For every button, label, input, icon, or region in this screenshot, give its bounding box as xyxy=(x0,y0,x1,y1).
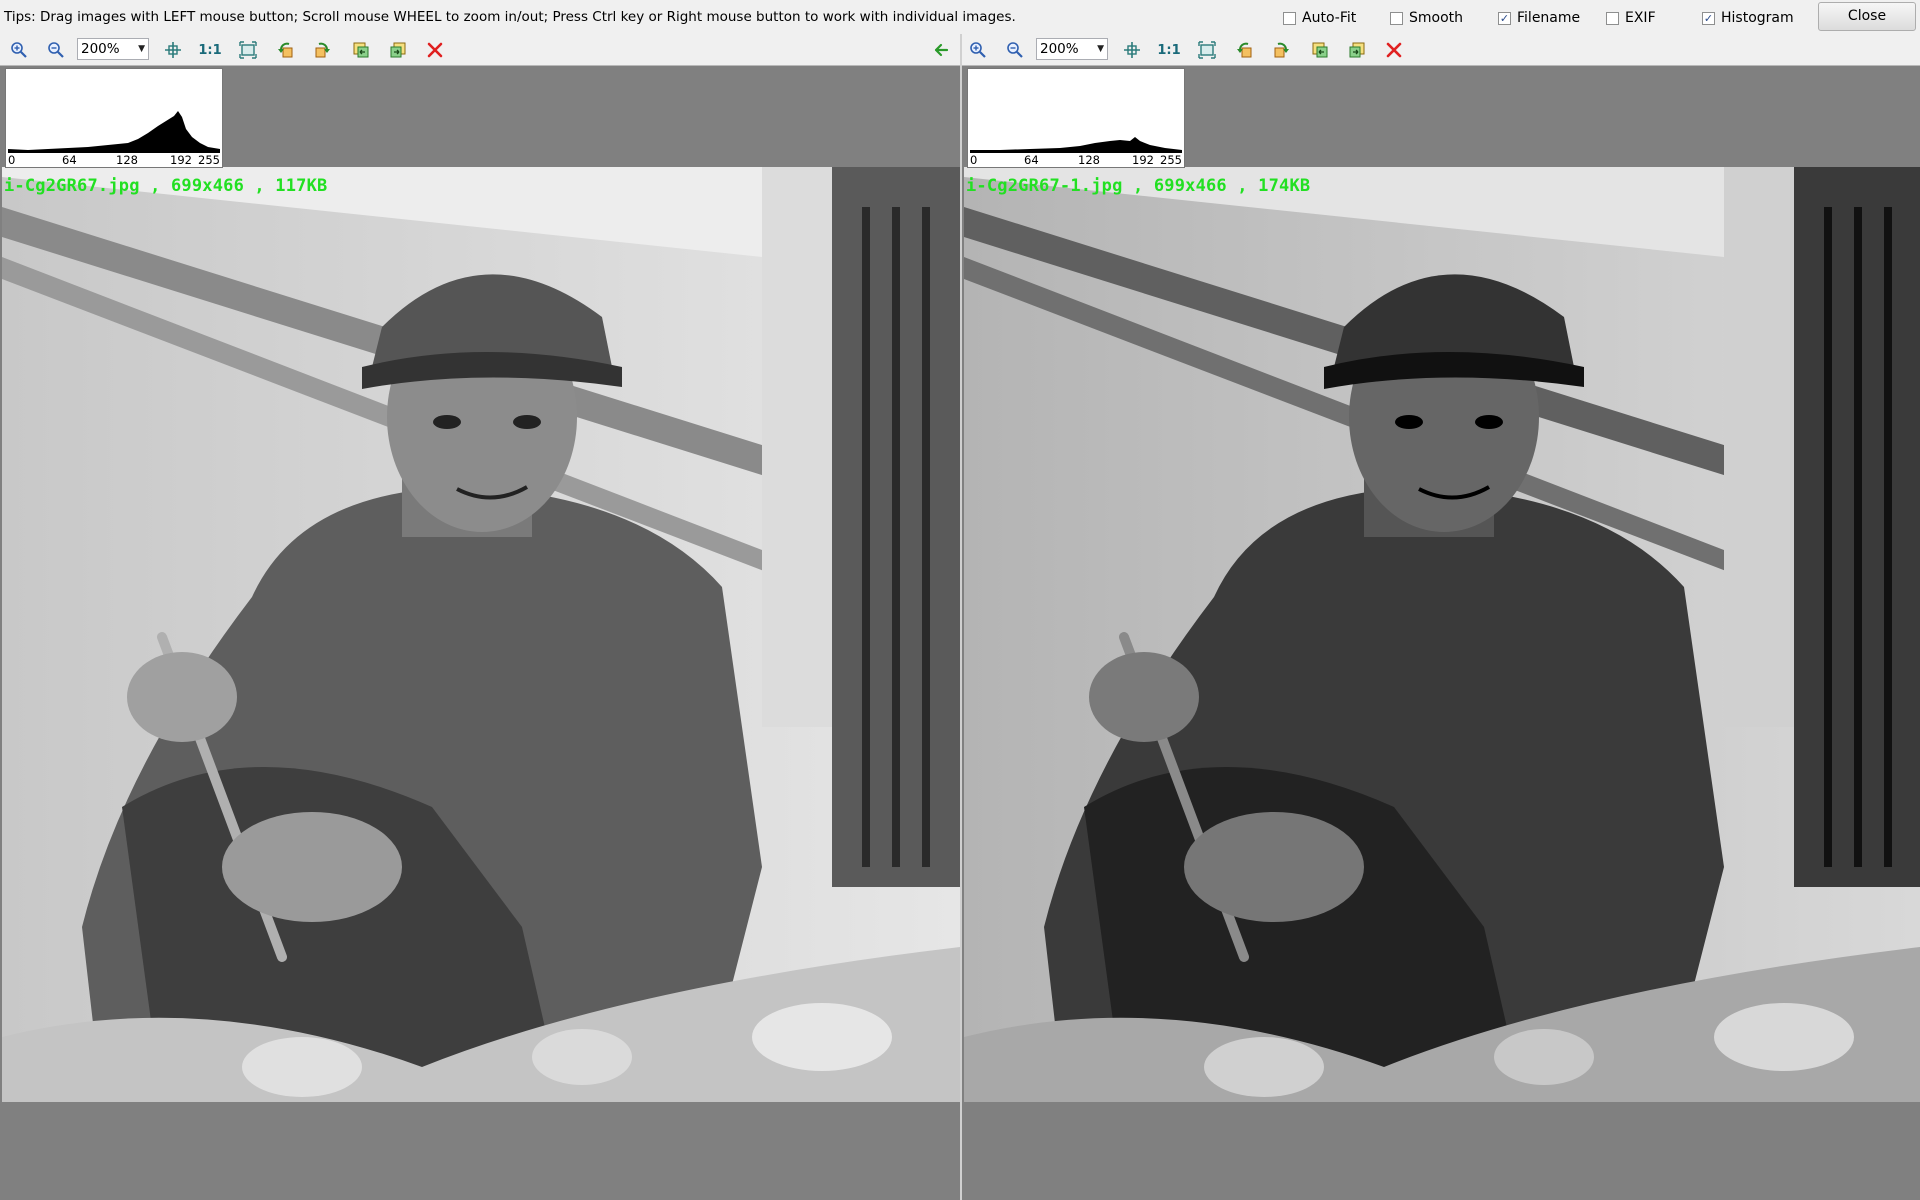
exif-label: EXIF xyxy=(1625,10,1656,26)
fullscreen-icon[interactable] xyxy=(1196,40,1218,60)
fit-icon[interactable] xyxy=(1121,40,1143,60)
right-toolbar: 200% ▼ 1:1 xyxy=(962,34,1920,66)
zoom-in-icon[interactable] xyxy=(967,40,989,60)
smooth-checkbox[interactable]: Smooth xyxy=(1390,10,1463,26)
fullscreen-icon[interactable] xyxy=(237,40,259,60)
filename-check-box[interactable]: ✓ xyxy=(1498,11,1511,25)
rotate-left-icon[interactable] xyxy=(1234,40,1256,60)
arrow-left-icon[interactable] xyxy=(930,40,952,60)
filename-label: Filename xyxy=(1517,10,1581,26)
left-image-panel[interactable]: 200% ▼ 1:1 0 64 128 192 255 i-Cg2GR67.jp… xyxy=(0,34,960,1200)
copy-right-icon[interactable] xyxy=(387,40,409,60)
zoom-in-icon[interactable] xyxy=(8,40,30,60)
close-button[interactable]: Close xyxy=(1818,2,1916,31)
hist-tick: 128 xyxy=(1078,153,1100,167)
right-histogram: 0 64 128 192 255 xyxy=(967,68,1185,168)
copy-left-icon[interactable] xyxy=(1309,40,1331,60)
hist-tick: 64 xyxy=(1024,153,1039,167)
left-histogram-ticks: 0 64 128 192 255 xyxy=(6,153,222,167)
actual-size-button[interactable]: 1:1 xyxy=(198,40,221,60)
remove-icon[interactable] xyxy=(1383,40,1405,60)
left-photo[interactable] xyxy=(2,167,960,1102)
histogram-checkbox[interactable]: ✓ Histogram xyxy=(1702,10,1794,26)
exif-checkbox[interactable]: EXIF xyxy=(1606,10,1656,26)
rotate-right-icon[interactable] xyxy=(311,40,333,60)
left-filename-overlay: i-Cg2GR67.jpg , 699x466 , 117KB xyxy=(4,176,328,196)
left-toolbar: 200% ▼ 1:1 xyxy=(0,34,960,66)
right-photo[interactable] xyxy=(964,167,1920,1102)
auto-fit-check-box[interactable] xyxy=(1283,11,1296,25)
hist-tick: 0 xyxy=(8,153,16,167)
copy-left-icon[interactable] xyxy=(350,40,372,60)
hist-tick: 64 xyxy=(62,153,77,167)
rotate-right-icon[interactable] xyxy=(1270,40,1292,60)
remove-icon[interactable] xyxy=(424,40,446,60)
zoom-out-icon[interactable] xyxy=(45,40,67,60)
hist-tick: 255 xyxy=(1160,153,1182,167)
zoom-level-value: 200% xyxy=(1040,41,1079,57)
zoom-level-value: 200% xyxy=(81,41,120,57)
copy-right-icon[interactable] xyxy=(1346,40,1368,60)
hist-tick: 0 xyxy=(970,153,978,167)
left-histogram: 0 64 128 192 255 xyxy=(5,68,223,168)
right-histogram-ticks: 0 64 128 192 255 xyxy=(968,153,1184,167)
hist-tick: 128 xyxy=(116,153,138,167)
tips-text: Tips: Drag images with LEFT mouse button… xyxy=(4,9,1016,25)
zoom-level-select[interactable]: 200% ▼ xyxy=(1036,38,1108,60)
auto-fit-label: Auto-Fit xyxy=(1302,10,1357,26)
smooth-label: Smooth xyxy=(1409,10,1464,26)
exif-check-box[interactable] xyxy=(1606,11,1619,25)
filename-checkbox[interactable]: ✓ Filename xyxy=(1498,10,1580,26)
histogram-check-box[interactable]: ✓ xyxy=(1702,11,1715,25)
auto-fit-checkbox[interactable]: Auto-Fit xyxy=(1283,10,1356,26)
histogram-label: Histogram xyxy=(1721,10,1794,26)
zoom-level-select[interactable]: 200% ▼ xyxy=(77,38,149,60)
tips-bar: Tips: Drag images with LEFT mouse button… xyxy=(0,0,1920,35)
chevron-down-icon[interactable]: ▼ xyxy=(1097,39,1104,59)
hist-tick: 255 xyxy=(198,153,220,167)
fit-icon[interactable] xyxy=(162,40,184,60)
actual-size-button[interactable]: 1:1 xyxy=(1157,40,1180,60)
rotate-left-icon[interactable] xyxy=(275,40,297,60)
right-image-panel[interactable]: 200% ▼ 1:1 0 64 128 192 255 i-Cg2GR67-1.… xyxy=(962,34,1920,1200)
zoom-out-icon[interactable] xyxy=(1004,40,1026,60)
right-filename-overlay: i-Cg2GR67-1.jpg , 699x466 , 174KB xyxy=(966,176,1311,196)
hist-tick: 192 xyxy=(170,153,192,167)
smooth-check-box[interactable] xyxy=(1390,11,1403,25)
hist-tick: 192 xyxy=(1132,153,1154,167)
chevron-down-icon[interactable]: ▼ xyxy=(138,39,145,59)
